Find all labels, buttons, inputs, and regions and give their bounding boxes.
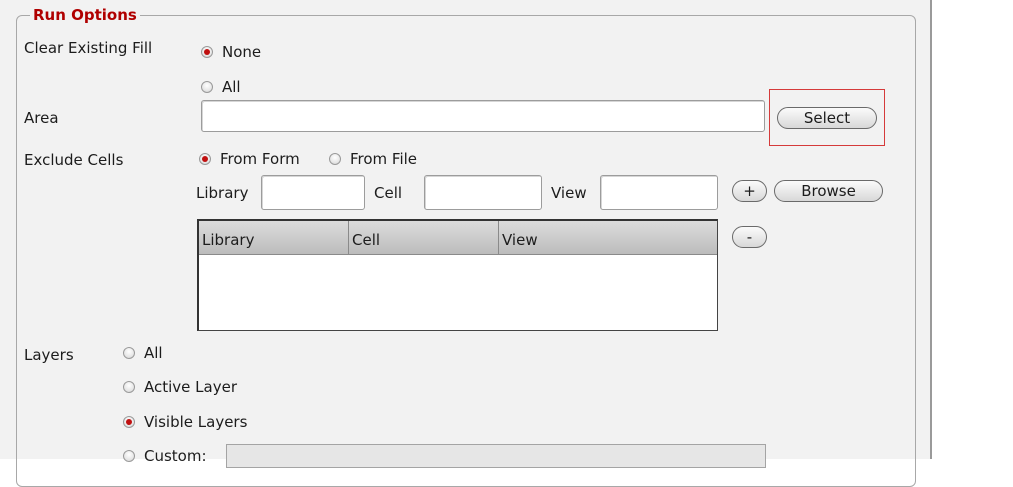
- column-header-cell[interactable]: Cell: [349, 221, 499, 254]
- radio-unselected-icon: [123, 450, 135, 462]
- remove-button[interactable]: -: [732, 226, 767, 248]
- layers-active-label: Active Layer: [144, 378, 237, 396]
- library-input[interactable]: [261, 175, 365, 210]
- column-header-view[interactable]: View: [499, 221, 716, 254]
- radio-unselected-icon: [123, 381, 135, 393]
- select-button[interactable]: Select: [777, 107, 877, 129]
- exclude-cells-table[interactable]: Library Cell View: [197, 219, 718, 331]
- radio-unselected-icon: [201, 81, 213, 93]
- radio-selected-icon: [199, 153, 211, 165]
- layers-label: Layers: [24, 346, 74, 364]
- layers-all-label: All: [144, 344, 163, 362]
- exclude-cells-label: Exclude Cells: [24, 151, 124, 169]
- layers-all-radio[interactable]: All: [123, 343, 163, 363]
- library-label: Library: [196, 184, 249, 202]
- column-header-library[interactable]: Library: [199, 221, 349, 254]
- exclude-from-form-radio[interactable]: From Form: [199, 149, 300, 169]
- view-input[interactable]: [600, 175, 718, 210]
- cell-input[interactable]: [424, 175, 542, 210]
- add-button[interactable]: +: [732, 180, 767, 202]
- layers-custom-radio[interactable]: Custom:: [123, 446, 207, 466]
- layers-visible-radio[interactable]: Visible Layers: [123, 412, 247, 432]
- radio-selected-icon: [201, 46, 213, 58]
- table-header: Library Cell View: [199, 221, 717, 255]
- clear-fill-all-label: All: [222, 78, 241, 96]
- clear-fill-none-radio[interactable]: None: [201, 42, 261, 62]
- layers-active-radio[interactable]: Active Layer: [123, 377, 237, 397]
- clear-fill-none-label: None: [222, 43, 262, 61]
- radio-unselected-icon: [123, 347, 135, 359]
- exclude-from-file-radio[interactable]: From File: [329, 149, 417, 169]
- area-input[interactable]: [201, 100, 765, 132]
- run-options-panel: Run Options Clear Existing Fill None All…: [0, 0, 932, 487]
- custom-layers-field[interactable]: [226, 444, 766, 468]
- clear-fill-label: Clear Existing Fill: [24, 39, 153, 57]
- clear-fill-all-radio[interactable]: All: [201, 77, 241, 97]
- radio-unselected-icon: [329, 153, 341, 165]
- radio-selected-icon: [123, 416, 135, 428]
- view-label: View: [551, 184, 587, 202]
- browse-button[interactable]: Browse: [774, 180, 883, 202]
- area-label: Area: [24, 109, 59, 127]
- exclude-from-form-label: From Form: [220, 150, 300, 168]
- exclude-from-file-label: From File: [350, 150, 418, 168]
- layers-custom-label: Custom:: [144, 447, 207, 465]
- layers-visible-label: Visible Layers: [144, 413, 248, 431]
- run-options-title: Run Options: [30, 5, 140, 25]
- cell-label: Cell: [374, 184, 403, 202]
